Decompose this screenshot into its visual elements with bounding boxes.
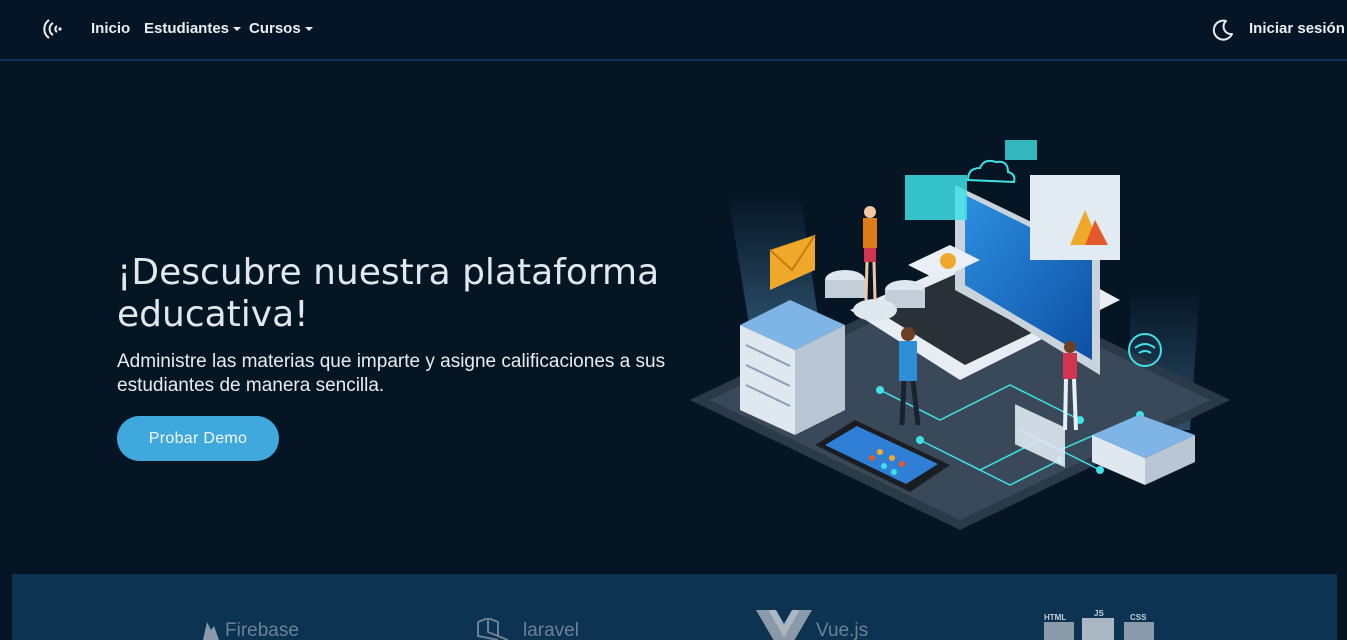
firebase-icon [203, 622, 219, 640]
nav-cursos-dropdown[interactable]: Cursos [249, 20, 313, 37]
laravel-icon [477, 618, 509, 640]
probar-demo-button[interactable]: Probar Demo [117, 416, 279, 461]
brand-vuejs: Vue.js [816, 620, 869, 640]
vue-icon [756, 610, 812, 640]
nav-estudiantes-dropdown[interactable]: Estudiantes [144, 20, 242, 37]
caret-down-icon [233, 27, 242, 32]
nav-cursos-label: Cursos [249, 20, 301, 37]
login-link[interactable]: Iniciar sesión [1249, 20, 1345, 37]
html-js-css-icon: HTML JS CSS [1044, 610, 1154, 640]
svg-text:HTML: HTML [1044, 613, 1066, 622]
svg-text:CSS: CSS [1130, 613, 1147, 622]
navbar: Inicio Estudiantes Cursos Iniciar sesión [0, 0, 1347, 61]
svg-text:JS: JS [1094, 610, 1104, 618]
nav-estudiantes-label: Estudiantes [144, 20, 230, 37]
hero-subtitle: Administre las materias que imparte y as… [117, 351, 666, 396]
nav-inicio-link[interactable]: Inicio [91, 20, 130, 37]
nav-inicio-label: Inicio [91, 20, 131, 37]
brand-firebase: Firebase [225, 620, 299, 640]
brand-laravel: laravel [523, 620, 579, 640]
moon-icon[interactable] [1211, 18, 1235, 42]
isometric-laptop-servers-illustration-icon [690, 140, 1230, 530]
caret-down-icon [304, 27, 313, 32]
technology-logos-band: Firebase laravel Vue.js HTML JS CSS [12, 574, 1337, 640]
hero-title: ¡Descubre nuestra plataforma educativa! [117, 252, 660, 335]
wave-signal-logo-icon[interactable] [40, 16, 66, 42]
